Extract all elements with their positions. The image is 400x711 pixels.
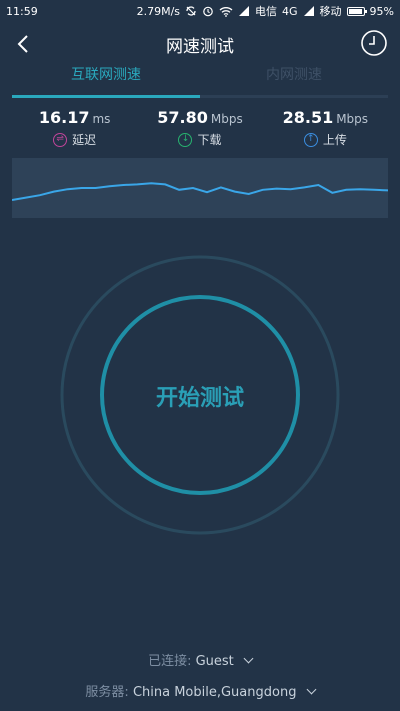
download-arrow-icon: ↓ (178, 132, 193, 147)
download-value: 57.80 (157, 108, 208, 127)
server-value: China Mobile,Guangdong (132, 685, 297, 700)
download-label: 下载 (197, 133, 222, 147)
chevron-down-icon[interactable] (243, 653, 254, 664)
speed-graph-chart (11, 182, 389, 201)
upload-value: 28.51 (282, 108, 334, 127)
upload-arrow-icon: ↑ (303, 132, 318, 147)
status-icons: 2.79M/s 电信 4G 移动 95% (137, 3, 394, 19)
start-test-label: 开始测试 (155, 386, 244, 411)
connection-value: Guest (195, 654, 234, 669)
battery-icon (346, 6, 367, 16)
speed-test-tabs: 互联网测速 内网测速 (12, 66, 388, 98)
clock-icon (361, 30, 387, 56)
tab-indicator (200, 95, 388, 98)
signal-icon (238, 6, 250, 16)
signal-icon (303, 6, 315, 16)
start-test-button[interactable]: 开始测试 (101, 322, 299, 470)
speed-graph (11, 158, 389, 218)
alarm-icon (202, 5, 214, 17)
upload-unit: Mbps (336, 112, 369, 126)
sync-icon (185, 5, 197, 17)
status-time: 11:59 (6, 4, 38, 18)
wifi-icon (219, 6, 233, 17)
metrics-row: 16.17 ms ⇌ 延迟 57.80 Mbps ↓ 下载 28.51 Mbps ↑ … (12, 108, 388, 148)
latency-value: 16.17 (38, 108, 90, 127)
network-speed: 2.79M/s (136, 4, 181, 18)
carrier1-label: 电信 (255, 5, 278, 18)
server-label: 服务器: (85, 685, 129, 700)
tab-intranet-speed[interactable]: 内网测速 (200, 66, 388, 98)
speed-line (11, 182, 389, 201)
tab-internet-speed[interactable]: 互联网测速 (12, 66, 200, 98)
status-bar: 11:59 2.79M/s 电信 4G 移动 95% (0, 0, 400, 22)
connection-label: 已连接: (148, 654, 192, 669)
chevron-left-icon (17, 35, 28, 53)
latency-metric: 16.17 ms ⇌ 延迟 (12, 108, 137, 148)
chevron-down-icon[interactable] (306, 684, 317, 695)
tab-label: 内网测速 (266, 67, 322, 83)
latency-label: 延迟 (72, 133, 97, 147)
app-header: 网速测试 (0, 22, 400, 66)
back-button[interactable] (12, 32, 36, 56)
upload-metric: 28.51 Mbps ↑ 上传 (263, 108, 388, 148)
latency-icon: ⇌ (53, 132, 68, 147)
history-button[interactable] (360, 29, 388, 57)
page-title: 网速测试 (166, 36, 234, 57)
tab-indicator (12, 95, 200, 98)
network-type-label: 4G (282, 4, 298, 18)
carrier2-label: 移动 (319, 5, 342, 18)
tab-label: 互联网测速 (71, 67, 141, 83)
upload-label: 上传 (322, 133, 347, 147)
server-info[interactable]: 服务器: China Mobile,Guangdong (0, 681, 400, 700)
connection-info[interactable]: 已连接: Guest (0, 650, 400, 669)
download-metric: 57.80 Mbps ↓ 下载 (137, 108, 262, 148)
download-unit: Mbps (210, 112, 243, 126)
latency-unit: ms (92, 112, 111, 126)
battery-percent: 95% (369, 4, 394, 18)
